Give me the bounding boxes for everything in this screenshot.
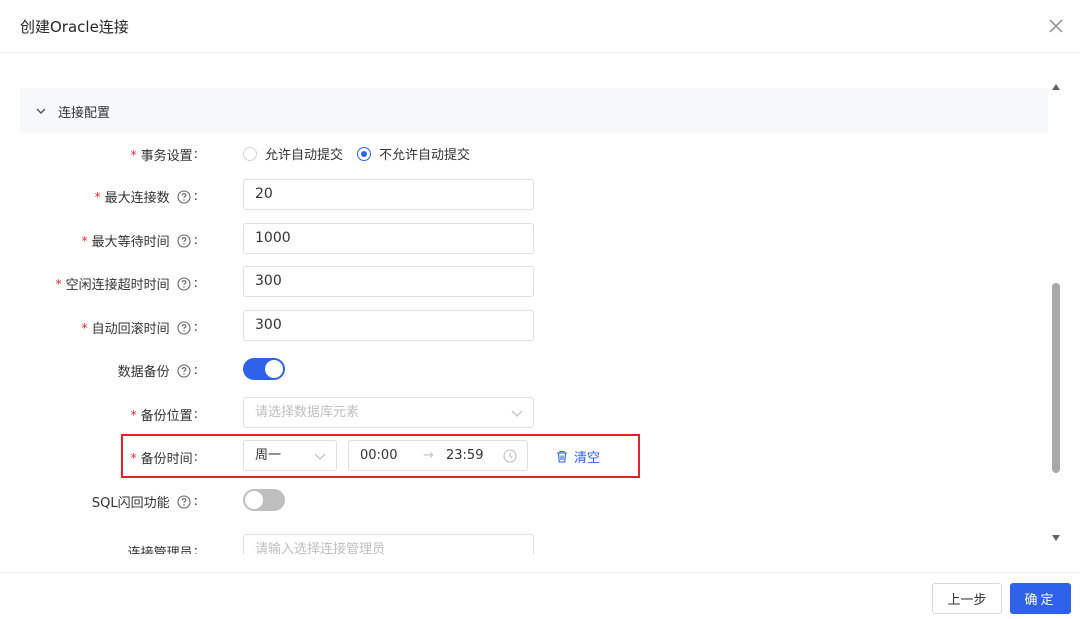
required-mark: * [81,320,88,335]
transaction-setting-label: * 事务设置 : [131,145,198,164]
backup-location-label: * 备份位置 : [131,405,198,424]
colon: : [193,233,198,248]
confirm-button[interactable]: 确定 [1010,583,1071,614]
idle-timeout-input[interactable]: 300 [243,266,534,297]
max-wait-label: * 最大等待时间 : [82,231,198,250]
max-connections-row: * 最大连接数 : 20 [0,179,1040,211]
colon: : [193,363,198,378]
chevron-down-icon [36,108,46,114]
dialog-title: 创建Oracle连接 [20,18,129,36]
label-text: 数据备份 [117,365,170,380]
help-icon[interactable] [177,494,191,509]
connection-manager-label: 连接管理员 : [128,542,198,554]
toggle-knob [245,491,263,509]
colon: : [193,407,198,422]
label-text: SQL闪回功能 [91,496,170,511]
dialog-footer: 上一步 确定 [0,572,1080,619]
input-placeholder: 请输入选择连接管理员 [255,542,386,554]
radio-circle-selected [357,146,372,161]
chevron-down-icon [511,410,523,417]
clock-icon [503,449,517,463]
colon: : [193,320,198,335]
colon: : [193,450,198,465]
required-mark: * [94,189,101,204]
dialog-body: 连接配置 * 事务设置 : 允许自动提交 不允许自动提交 * 最大连接数 : 2… [0,54,1080,554]
idle-timeout-row: * 空闲连接超时时间 : 300 [0,266,1040,298]
section-title: 连接配置 [58,106,111,121]
label-text: 连接管理员 [127,546,193,554]
max-connections-label: * 最大连接数 : [95,187,198,206]
colon: : [193,147,198,162]
transaction-setting-row: * 事务设置 : 允许自动提交 不允许自动提交 [0,137,1040,169]
required-mark: * [130,450,137,465]
data-backup-label: 数据备份 : [118,361,198,380]
sql-flashback-label: SQL闪回功能 : [92,492,198,511]
required-mark: * [81,233,88,248]
select-placeholder: 请选择数据库元素 [255,405,360,420]
max-wait-input[interactable]: 1000 [243,223,534,254]
radio-circle [243,146,257,161]
help-icon[interactable] [177,320,191,335]
connection-manager-row: 连接管理员 : 请输入选择连接管理员 [0,534,1040,554]
data-backup-row: 数据备份 : [0,353,1040,385]
trash-icon [557,450,567,463]
label-text: 最大连接数 [104,191,170,206]
transaction-radio-group: 允许自动提交 不允许自动提交 [243,144,484,163]
scrollbar-thumb[interactable] [1052,283,1060,473]
select-value: 周一 [255,448,282,463]
label-text: 最大等待时间 [91,235,170,250]
colon: : [193,276,198,291]
auto-rollback-label: * 自动回滚时间 : [82,318,198,337]
sql-flashback-row: SQL闪回功能 : [0,484,1040,516]
required-mark: * [130,147,137,162]
clear-label: 清空 [574,451,601,466]
time-end[interactable]: 23:59 [446,448,483,463]
max-connections-input[interactable]: 20 [243,179,534,210]
help-icon[interactable] [177,189,191,204]
backup-location-select[interactable]: 请选择数据库元素 [243,397,534,428]
time-range-picker[interactable]: 00:00 → 23:59 [348,440,528,471]
clear-button[interactable]: 清空 [556,447,600,466]
backup-time-row: * 备份时间 : 周一 00:00 → 23:59 清空 [0,440,1040,472]
backup-time-label: * 备份时间 : [131,448,198,467]
required-mark: * [55,276,62,291]
toggle-knob [265,360,283,378]
time-start[interactable]: 00:00 [360,448,397,463]
sql-flashback-toggle[interactable] [243,489,285,511]
help-icon[interactable] [177,233,191,248]
label-text: 空闲连接超时时间 [65,278,170,293]
data-backup-toggle[interactable] [243,358,285,380]
label-text: 备份位置 [140,409,193,424]
label-text: 事务设置 [140,149,193,164]
dialog-header: 创建Oracle连接 [0,0,1080,53]
colon: : [193,544,198,554]
required-mark: * [130,407,137,422]
colon: : [193,189,198,204]
weekday-select[interactable]: 周一 [243,440,337,471]
colon: : [193,494,198,509]
backup-location-row: * 备份位置 : 请选择数据库元素 [0,397,1040,429]
radio-label: 允许自动提交 [265,148,344,163]
radio-allow-autocommit[interactable]: 允许自动提交 [243,144,343,163]
radio-disallow-autocommit[interactable]: 不允许自动提交 [357,144,470,163]
radio-label: 不允许自动提交 [379,148,471,163]
chevron-down-icon [314,453,326,460]
max-wait-row: * 最大等待时间 : 1000 [0,223,1040,255]
auto-rollback-row: * 自动回滚时间 : 300 [0,310,1040,342]
scroll-up-icon[interactable] [1052,84,1060,90]
range-arrow: → [423,448,434,463]
help-icon[interactable] [177,363,191,378]
auto-rollback-input[interactable]: 300 [243,310,534,341]
idle-timeout-label: * 空闲连接超时时间 : [56,274,198,293]
connection-manager-input[interactable]: 请输入选择连接管理员 [243,534,534,554]
label-text: 备份时间 [140,452,193,467]
close-icon[interactable] [1044,14,1068,38]
scroll-down-icon[interactable] [1052,535,1060,541]
label-text: 自动回滚时间 [91,322,170,337]
help-icon[interactable] [177,276,191,291]
prev-step-button[interactable]: 上一步 [932,583,1002,614]
section-header-connection-config[interactable]: 连接配置 [20,88,1048,133]
